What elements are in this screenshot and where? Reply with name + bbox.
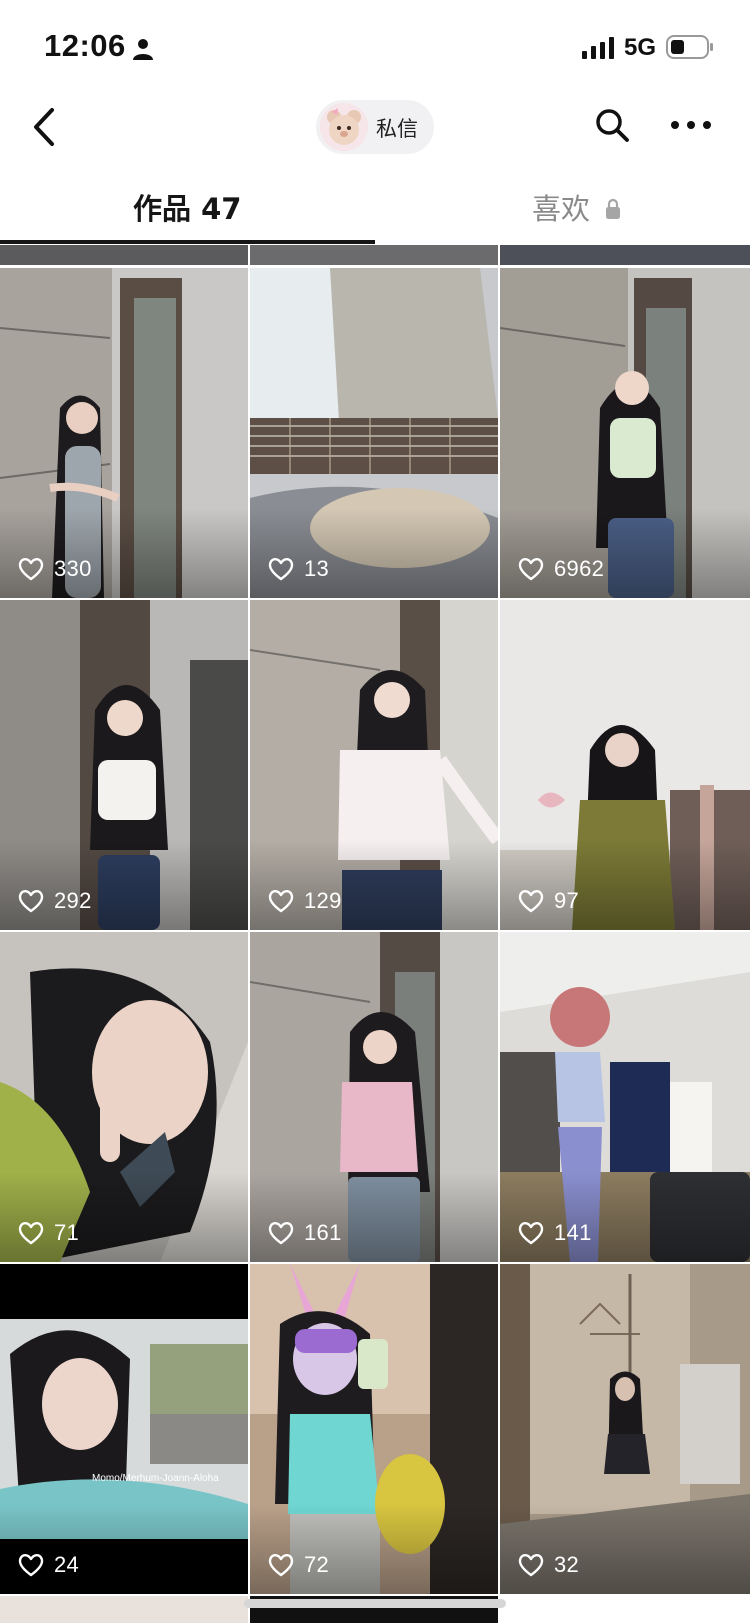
- tile-shade: [250, 1172, 498, 1262]
- network-label: 5G: [624, 34, 657, 61]
- home-indicator: [244, 1599, 506, 1608]
- video-tile[interactable]: 330: [0, 268, 248, 598]
- video-tile[interactable]: 13: [250, 268, 498, 598]
- video-tile[interactable]: 129: [250, 600, 498, 930]
- like-row: 292: [18, 886, 92, 916]
- like-row: 141: [518, 1218, 592, 1248]
- lock-icon: [606, 198, 620, 219]
- tile-shade: [500, 508, 750, 598]
- like-count: 24: [54, 1552, 80, 1577]
- like-row: 330: [18, 554, 92, 584]
- tile-shade: [500, 1172, 750, 1262]
- watermark-text: Momo/Merhum-Joann-Aloha: [92, 1473, 219, 1484]
- heart-icon: [18, 557, 44, 581]
- like-row: 71: [18, 1218, 79, 1248]
- like-count: 13: [304, 556, 330, 581]
- heart-icon: [518, 557, 544, 581]
- like-row: 6962: [518, 554, 604, 584]
- like-count: 330: [54, 556, 92, 581]
- like-row: 72: [268, 1550, 329, 1580]
- heart-icon: [518, 1221, 544, 1245]
- heart-icon: [268, 889, 294, 913]
- tile-shade: [500, 840, 750, 930]
- heart-icon: [18, 889, 44, 913]
- heart-icon: [268, 1221, 294, 1245]
- tab-likes[interactable]: 喜欢: [532, 186, 590, 228]
- video-tile[interactable]: 72: [250, 1264, 498, 1594]
- status-time: 12:06: [44, 28, 126, 63]
- direct-message-label: 私信: [376, 117, 418, 141]
- video-tile[interactable]: 161: [250, 932, 498, 1262]
- partial-tile: [500, 245, 750, 265]
- heart-icon: [268, 557, 294, 581]
- direct-message-button[interactable]: 私信: [316, 100, 434, 154]
- like-row: 161: [268, 1218, 342, 1248]
- tile-shade: [250, 840, 498, 930]
- avatar: [320, 103, 368, 151]
- profile-tabs: 作品 47 喜欢: [0, 176, 750, 246]
- like-count: 141: [554, 1220, 592, 1245]
- heart-icon: [518, 889, 544, 913]
- tile-shade: [0, 508, 248, 598]
- more-icon[interactable]: [670, 118, 712, 132]
- heart-icon: [18, 1553, 44, 1577]
- like-count: 129: [304, 888, 342, 913]
- video-tile[interactable]: 71: [0, 932, 248, 1262]
- person-icon: [133, 39, 153, 60]
- signal-icon: [582, 37, 614, 59]
- tab-indicator: [0, 240, 375, 244]
- like-count: 97: [554, 888, 580, 913]
- tile-shade: [500, 1504, 750, 1594]
- video-tile[interactable]: 32: [500, 1264, 750, 1594]
- status-bar: 12:06 5G: [0, 0, 750, 92]
- search-icon[interactable]: [594, 107, 630, 143]
- like-count: 72: [304, 1552, 330, 1577]
- video-tile[interactable]: 141: [500, 932, 750, 1262]
- video-tile[interactable]: Momo/Merhum-Joann-Aloha 24: [0, 1264, 248, 1594]
- partial-tile: [0, 245, 248, 265]
- partial-tile: [250, 245, 498, 265]
- bear-avatar-icon: [320, 103, 368, 151]
- like-row: 13: [268, 554, 329, 584]
- video-tile[interactable]: 6962: [500, 268, 750, 598]
- like-count: 161: [304, 1220, 342, 1245]
- chevron-left-icon[interactable]: [28, 106, 62, 148]
- tile-shade: [0, 1504, 248, 1594]
- like-row: 129: [268, 886, 342, 916]
- like-count: 6962: [554, 556, 605, 581]
- tile-shade: [0, 1172, 248, 1262]
- battery-icon: [666, 35, 713, 59]
- like-row: 32: [518, 1550, 579, 1580]
- video-grid: 330 13 6962 292 129 97 71 161 141 Momo/M…: [0, 245, 750, 1623]
- heart-icon: [518, 1553, 544, 1577]
- video-tile[interactable]: 97: [500, 600, 750, 930]
- tile-shade: [0, 840, 248, 930]
- like-row: 24: [18, 1550, 79, 1580]
- tile-shade: [250, 1504, 498, 1594]
- heart-icon: [18, 1221, 44, 1245]
- partial-tile: [0, 1596, 248, 1623]
- tab-works[interactable]: 作品 47: [133, 186, 241, 228]
- like-row: 97: [518, 886, 579, 916]
- nav-bar: 私信: [0, 92, 750, 162]
- tile-shade: [250, 508, 498, 598]
- like-count: 71: [54, 1220, 80, 1245]
- heart-icon: [268, 1553, 294, 1577]
- video-tile[interactable]: 292: [0, 600, 248, 930]
- like-count: 32: [554, 1552, 580, 1577]
- like-count: 292: [54, 888, 92, 913]
